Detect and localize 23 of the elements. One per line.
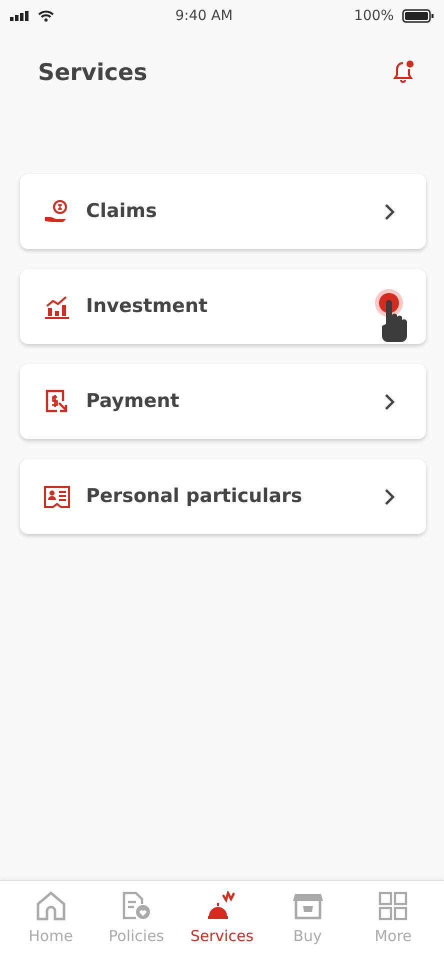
nav-tab[interactable]: Services [179,881,265,948]
battery-percent: 100% [354,6,394,26]
wifi-icon [38,10,54,22]
chevron-right-icon [384,488,396,506]
chevron-right-icon [384,392,396,410]
chevron-right-icon [384,202,396,220]
hand-coin-icon [44,200,70,224]
service-bell-icon [206,891,238,921]
signal-icon [10,11,30,21]
status-time: 9:40 AM [175,6,233,26]
page-title: Services [38,60,148,88]
grid-icon [377,891,410,921]
service-row[interactable]: Personal particulars [20,459,426,534]
battery-icon [402,9,434,23]
id-card-icon [44,484,70,508]
home-icon [34,891,67,921]
service-row[interactable]: Payment [20,364,426,439]
shop-icon [292,891,324,921]
service-row[interactable]: Claims [20,174,426,249]
bar-chart-icon [44,294,70,320]
document-heart-icon [120,891,152,921]
service-row[interactable]: Investment [20,269,426,344]
dollar-document-icon [44,388,70,414]
